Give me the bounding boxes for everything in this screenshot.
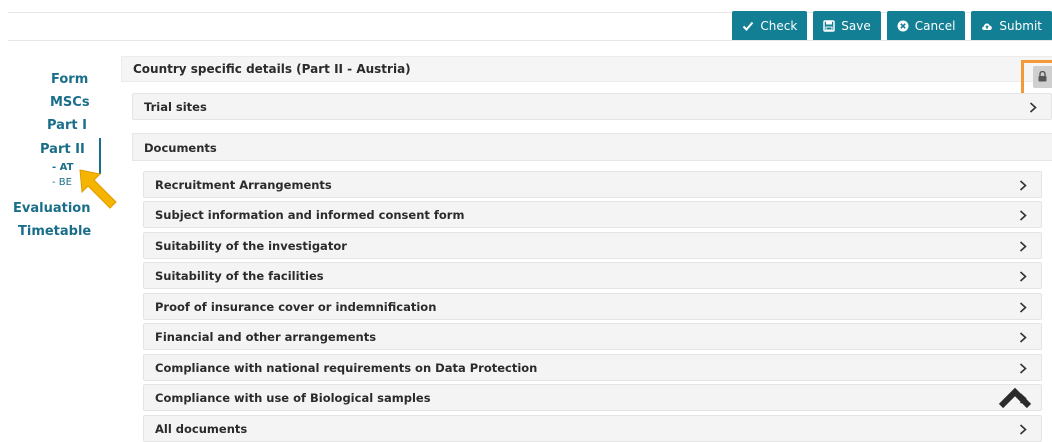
chevron-right-icon: [1019, 180, 1027, 191]
chevron-right-icon: [1019, 210, 1027, 221]
submit-label: Submit: [999, 19, 1042, 33]
document-row-label: Financial and other arrangements: [155, 330, 377, 344]
save-button[interactable]: Save: [813, 11, 881, 41]
save-label: Save: [841, 19, 871, 33]
cancel-circle-icon: [897, 20, 909, 32]
chevron-right-icon: [1019, 241, 1027, 252]
pointer-arrow-icon: [79, 169, 117, 209]
sidebar-item-timetable[interactable]: Timetable: [18, 224, 91, 239]
chevron-right-icon: [1019, 302, 1027, 313]
document-row[interactable]: Compliance with national requirements on…: [143, 354, 1042, 381]
document-row[interactable]: Subject information and informed consent…: [143, 201, 1042, 228]
cancel-button[interactable]: Cancel: [886, 11, 966, 41]
chevron-right-icon: [1019, 424, 1027, 435]
scroll-to-top-icon[interactable]: [998, 386, 1032, 410]
chevron-right-icon: [1019, 363, 1027, 374]
floppy-disk-icon: [823, 20, 836, 32]
document-row-label: Suitability of the investigator: [155, 239, 347, 253]
chevron-right-icon: [1019, 332, 1027, 343]
toolbar-divider: [8, 40, 1052, 41]
document-row-label: Suitability of the facilities: [155, 269, 324, 283]
documents-title: Documents: [144, 141, 217, 155]
document-row[interactable]: Suitability of the investigator: [143, 232, 1042, 259]
trial-sites-label: Trial sites: [144, 100, 207, 114]
sidebar-item-mscs[interactable]: MSCs: [50, 95, 90, 110]
chevron-right-icon: [1019, 271, 1027, 282]
check-button[interactable]: Check: [732, 11, 808, 41]
checkmark-icon: [743, 21, 754, 31]
lock-button[interactable]: [1033, 66, 1052, 88]
submit-button[interactable]: Submit: [971, 11, 1052, 41]
sidebar-subitem-at[interactable]: - AT: [52, 162, 73, 173]
sidebar-item-form[interactable]: Form: [51, 72, 88, 87]
sidebar-subitem-be[interactable]: - BE: [52, 177, 72, 188]
document-row[interactable]: Proof of insurance cover or indemnificat…: [143, 293, 1042, 320]
document-row-label: Proof of insurance cover or indemnificat…: [155, 300, 437, 314]
document-row[interactable]: All documents: [143, 415, 1042, 442]
document-row[interactable]: Recruitment Arrangements: [143, 171, 1042, 198]
trial-sites-row[interactable]: Trial sites: [132, 93, 1052, 120]
cancel-label: Cancel: [914, 19, 956, 33]
page-title: Country specific details (Part II - Aust…: [133, 62, 411, 76]
chevron-right-icon: [1029, 102, 1037, 113]
document-row[interactable]: Financial and other arrangements: [143, 323, 1042, 350]
toolbar: Check Save Cancel Submit: [732, 11, 1052, 41]
sidebar-item-part-i[interactable]: Part I: [47, 118, 87, 133]
lock-icon: [1038, 71, 1047, 82]
cloud-upload-icon: [982, 23, 993, 30]
sidebar-item-part-ii[interactable]: Part II: [40, 142, 85, 157]
document-row-label: Recruitment Arrangements: [155, 178, 332, 192]
check-label: Check: [760, 19, 798, 33]
document-row[interactable]: Compliance with use of Biological sample…: [143, 384, 1042, 411]
document-row[interactable]: Suitability of the facilities: [143, 262, 1042, 289]
document-row-label: Compliance with use of Biological sample…: [155, 391, 431, 405]
document-row-label: Subject information and informed consent…: [155, 208, 465, 222]
country-details-header: Country specific details (Part II - Aust…: [121, 56, 1052, 82]
document-row-label: Compliance with national requirements on…: [155, 361, 538, 375]
documents-section-header: Documents: [132, 133, 1052, 161]
